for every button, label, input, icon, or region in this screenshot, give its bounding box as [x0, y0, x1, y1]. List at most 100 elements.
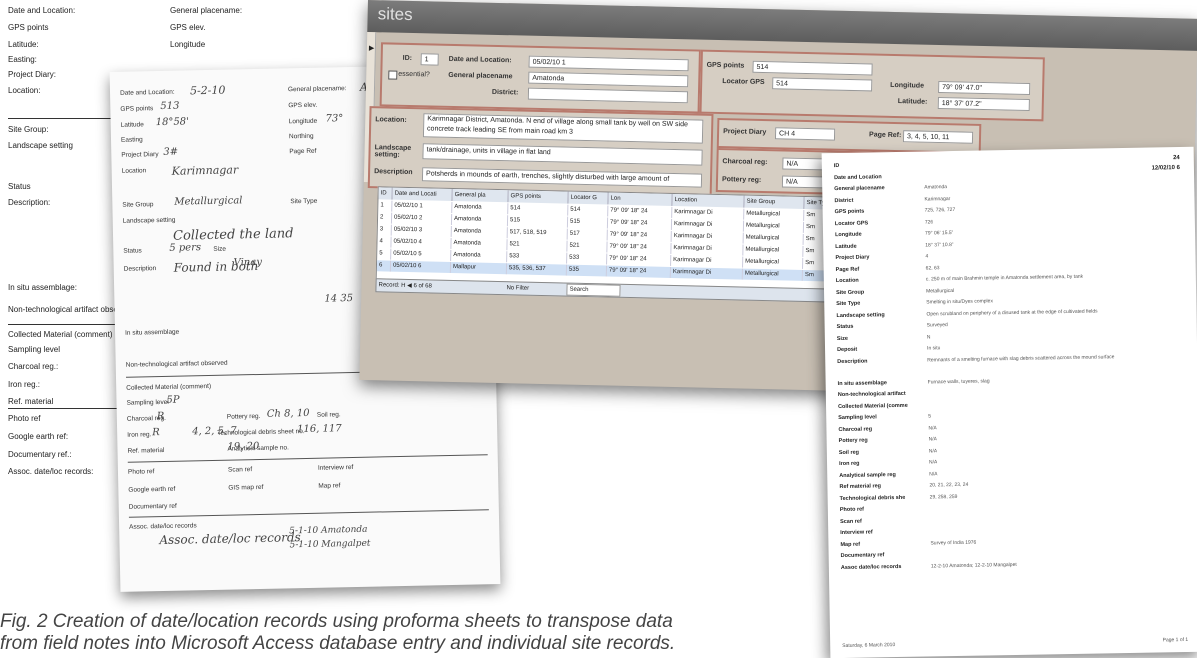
grid-cell[interactable]: 79° 09' 18" 24 [607, 253, 672, 266]
report-field-value: 18° 37' 10.8" [925, 241, 954, 248]
report-field-label: Sampling level [838, 414, 877, 422]
grid-cell[interactable]: Karimnagar Di [670, 266, 744, 280]
description-field[interactable]: Potsherds in mounds of earth, trenches, … [421, 167, 703, 188]
grid-cell[interactable]: Mallapur [450, 261, 508, 275]
id-field[interactable]: 1 [420, 53, 439, 66]
grid-column-header[interactable]: GPS points [508, 190, 569, 204]
grid-column-header[interactable]: Location [672, 193, 745, 208]
grid-cell[interactable]: Metallurgical [742, 268, 803, 281]
records-datasheet[interactable]: ID Date and Locati General pla GPS points Lo… [375, 186, 850, 291]
report-field-label: Latitude [835, 243, 857, 250]
grid-cell[interactable]: Metallurgical [743, 256, 804, 269]
location-field[interactable]: Karimnagar District, Amatonda. N end of … [422, 113, 704, 144]
grid-cell[interactable]: Karimnagar Di [671, 242, 744, 256]
grid-cell[interactable]: 4 [377, 236, 392, 248]
landscape-field[interactable]: tank/drainage, units in village in flat … [422, 143, 703, 166]
proforma-label: Google earth ref: [8, 432, 69, 441]
longitude-field[interactable]: 79° 09' 47.0" [938, 80, 1031, 96]
grid-cell[interactable]: 515 [507, 215, 569, 228]
proforma-label: Site Group: [8, 125, 49, 134]
grid-cell[interactable]: 79° 09' 18" 24 [607, 241, 672, 254]
proforma-label: Status [8, 182, 31, 191]
proforma-label: Latitude: [8, 40, 39, 49]
report-field-label: Pottery reg [838, 437, 868, 445]
handwritten-value: 4, 2, 5, 7 [192, 425, 237, 438]
grid-cell[interactable]: Karimnagar Di [671, 218, 745, 232]
grid-cell[interactable]: 05/02/10 6 [390, 260, 452, 273]
grid-cell[interactable]: 514 [568, 204, 609, 217]
report-field-label: Page Ref [835, 266, 860, 273]
latitude-field[interactable]: 18° 37' 07.2" [937, 96, 1030, 112]
grid-column-header[interactable]: Site Group [744, 195, 805, 209]
grid-cell[interactable]: 533 [507, 251, 568, 264]
grid-column-header[interactable]: Date and Locati [392, 187, 453, 201]
page-ref-field[interactable]: 3, 4, 5, 10, 11 [902, 130, 974, 144]
date-location-field[interactable]: 05/02/10 1 [528, 55, 689, 72]
grid-cell[interactable]: Amatonda [451, 213, 509, 227]
proforma-label: Longitude [170, 40, 206, 49]
grid-cell[interactable]: Amatonda [451, 237, 508, 251]
record-counter[interactable]: Record: H ◀ 6 of 68 [378, 279, 432, 292]
grid-cell[interactable]: 79° 09' 18" 24 [608, 205, 673, 218]
grid-cell[interactable]: Karimnagar Di [671, 230, 744, 244]
essential-checkbox[interactable] [388, 70, 398, 80]
search-box[interactable]: Search [566, 283, 621, 297]
report-field-value: Amatonda [924, 184, 948, 191]
grid-cell[interactable]: 2 [377, 212, 393, 224]
proforma-label: Description: [8, 198, 51, 207]
grid-cell[interactable]: 6 [376, 260, 392, 272]
form-label: Page Ref [289, 147, 317, 156]
grid-column-header[interactable]: General pla [452, 188, 509, 203]
grid-cell[interactable]: 521 [567, 240, 608, 253]
grid-cell[interactable]: 79° 09' 18" 24 [607, 217, 673, 230]
grid-cell[interactable]: Metallurgical [743, 232, 804, 245]
grid-column-header[interactable]: Lon [608, 192, 673, 206]
grid-cell[interactable]: 05/02/10 4 [391, 236, 452, 249]
grid-cell[interactable]: 79° 09' 18" 24 [607, 229, 672, 242]
grid-cell[interactable]: Amatonda [451, 249, 508, 263]
grid-cell[interactable]: Amatonda [452, 201, 509, 215]
report-field-label: General placename [834, 185, 885, 193]
form-label: Non-technological artifact observed [125, 359, 228, 369]
report-field-label: Project Diary [835, 254, 870, 262]
grid-cell[interactable]: 533 [567, 252, 608, 265]
report-field-value: Surveyed [926, 322, 948, 329]
grid-column-header[interactable]: ID [378, 187, 393, 200]
proforma-label: Landscape setting [8, 141, 73, 150]
general-placename-field[interactable]: Amatonda [528, 71, 689, 88]
form-label: Site Type [290, 197, 318, 206]
grid-cell[interactable]: Metallurgical [743, 244, 804, 257]
grid-cell[interactable]: 535, 536, 537 [506, 263, 568, 276]
filter-button[interactable]: No Filter [506, 282, 529, 295]
grid-cell[interactable]: Metallurgical [743, 220, 805, 233]
grid-cell[interactable]: 5 [377, 248, 392, 260]
grid-cell[interactable]: 515 [567, 216, 609, 229]
district-field[interactable] [527, 87, 689, 104]
gps-points-field[interactable]: 514 [752, 60, 873, 76]
grid-cell[interactable]: 79° 09' 18" 24 [606, 265, 672, 278]
report-field-value: 12-2-10 Amatonda; 12-2-10 Mangalpet [930, 561, 1017, 569]
form-label: Project Diary [121, 151, 159, 159]
grid-cell[interactable]: 05/02/10 2 [391, 212, 453, 225]
grid-cell[interactable]: 535 [566, 264, 608, 277]
grid-cell[interactable]: 05/02/10 1 [392, 200, 453, 213]
project-diary-field[interactable]: CH 4 [774, 127, 836, 141]
gps-points-label: GPS points [706, 61, 745, 70]
grid-cell[interactable]: Amatonda [451, 225, 508, 239]
grid-cell[interactable]: 521 [507, 239, 568, 252]
grid-cell[interactable]: Karimnagar Di [672, 206, 745, 220]
grid-cell[interactable]: 05/02/10 3 [391, 224, 452, 237]
grid-cell[interactable]: 1 [378, 200, 393, 212]
locator-gps-field[interactable]: 514 [772, 77, 873, 92]
general-placename-label: General placename [448, 71, 513, 81]
grid-column-header[interactable]: Locator G [568, 191, 609, 205]
report-field-label: Landscape setting [836, 311, 885, 319]
grid-cell[interactable]: 514 [508, 203, 569, 216]
grid-cell[interactable]: 05/02/10 5 [391, 248, 452, 261]
grid-cell[interactable]: Karimnagar Di [671, 254, 744, 268]
grid-cell[interactable]: 517 [567, 228, 608, 241]
grid-cell[interactable]: 517, 518, 519 [507, 227, 568, 240]
grid-cell[interactable]: Metallurgical [744, 208, 805, 221]
grid-cell[interactable]: 3 [377, 224, 392, 236]
report-field-label: Deposit [837, 346, 858, 354]
